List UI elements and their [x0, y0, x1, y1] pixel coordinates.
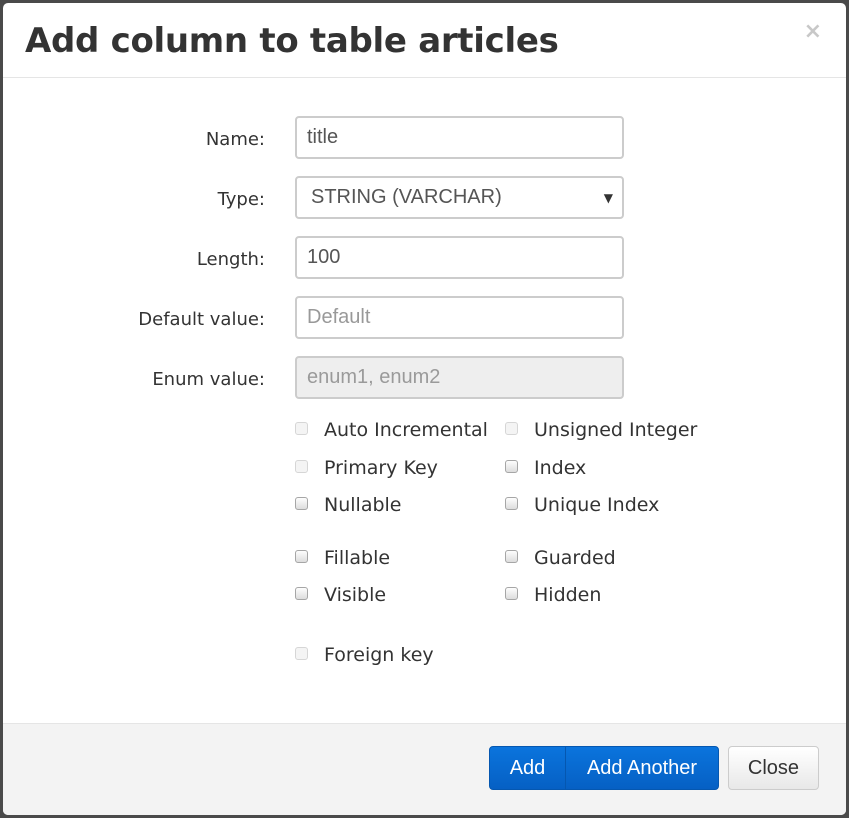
- type-label: Type:: [217, 189, 265, 210]
- checkbox-box: [295, 647, 308, 660]
- checkbox-box[interactable]: [505, 550, 518, 563]
- hidden-checkbox[interactable]: Hidden: [505, 584, 601, 606]
- primary-key-label: Primary Key: [324, 457, 438, 479]
- foreign-key-label: Foreign key: [324, 644, 434, 666]
- checkbox-box[interactable]: [295, 587, 308, 600]
- checkbox-box: [295, 422, 308, 435]
- checkbox-box: [505, 422, 518, 435]
- checkbox-box[interactable]: [295, 497, 308, 510]
- auto-incremental-label: Auto Incremental: [324, 419, 488, 441]
- foreign-key-checkbox: Foreign key: [295, 644, 434, 666]
- unique-index-checkbox[interactable]: Unique Index: [505, 494, 659, 516]
- name-input-value: title: [307, 126, 339, 148]
- add-another-button[interactable]: Add Another: [565, 746, 719, 790]
- chevron-down-icon: ▼: [603, 191, 613, 205]
- default-value-placeholder: Default: [307, 306, 371, 328]
- enum-value-placeholder: enum1, enum2: [307, 366, 441, 388]
- close-icon[interactable]: ×: [804, 21, 822, 43]
- primary-key-checkbox: Primary Key: [295, 457, 438, 479]
- length-label: Length:: [196, 249, 265, 270]
- modal-footer: Add Add Another Close: [3, 723, 846, 815]
- type-select-value: STRING (VARCHAR): [311, 186, 502, 208]
- length-input[interactable]: 100: [295, 236, 624, 279]
- add-column-modal: Add column to table articles × Name: tit…: [3, 3, 846, 815]
- visible-checkbox[interactable]: Visible: [295, 584, 386, 606]
- guarded-label: Guarded: [534, 547, 616, 569]
- checkbox-box[interactable]: [505, 497, 518, 510]
- name-label: Name:: [205, 129, 265, 150]
- unique-index-label: Unique Index: [534, 494, 660, 516]
- close-button[interactable]: Close: [728, 746, 819, 790]
- checkbox-box[interactable]: [505, 460, 518, 473]
- add-button[interactable]: Add: [489, 746, 566, 790]
- checkbox-box: [295, 460, 308, 473]
- type-select[interactable]: STRING (VARCHAR) ▼: [295, 176, 624, 219]
- enum-value-input: enum1, enum2: [295, 356, 624, 399]
- index-checkbox[interactable]: Index: [505, 457, 586, 479]
- index-label: Index: [534, 457, 587, 479]
- default-value-input[interactable]: Default: [295, 296, 624, 339]
- modal-title: Add column to table articles: [25, 21, 559, 61]
- checkbox-box[interactable]: [505, 587, 518, 600]
- guarded-checkbox[interactable]: Guarded: [505, 547, 616, 569]
- fillable-checkbox[interactable]: Fillable: [295, 547, 390, 569]
- nullable-label: Nullable: [324, 494, 402, 516]
- unsigned-integer-label: Unsigned Integer: [534, 419, 698, 441]
- nullable-checkbox[interactable]: Nullable: [295, 494, 401, 516]
- hidden-label: Hidden: [534, 584, 602, 606]
- length-input-value: 100: [307, 246, 341, 268]
- unsigned-integer-checkbox: Unsigned Integer: [505, 419, 697, 441]
- checkbox-box[interactable]: [295, 550, 308, 563]
- default-value-label: Default value:: [138, 309, 265, 330]
- fillable-label: Fillable: [324, 547, 391, 569]
- visible-label: Visible: [324, 584, 387, 606]
- auto-incremental-checkbox: Auto Incremental: [295, 419, 488, 441]
- name-input[interactable]: title: [295, 116, 624, 159]
- modal-header: Add column to table articles ×: [3, 3, 846, 78]
- enum-value-label: Enum value:: [152, 369, 265, 390]
